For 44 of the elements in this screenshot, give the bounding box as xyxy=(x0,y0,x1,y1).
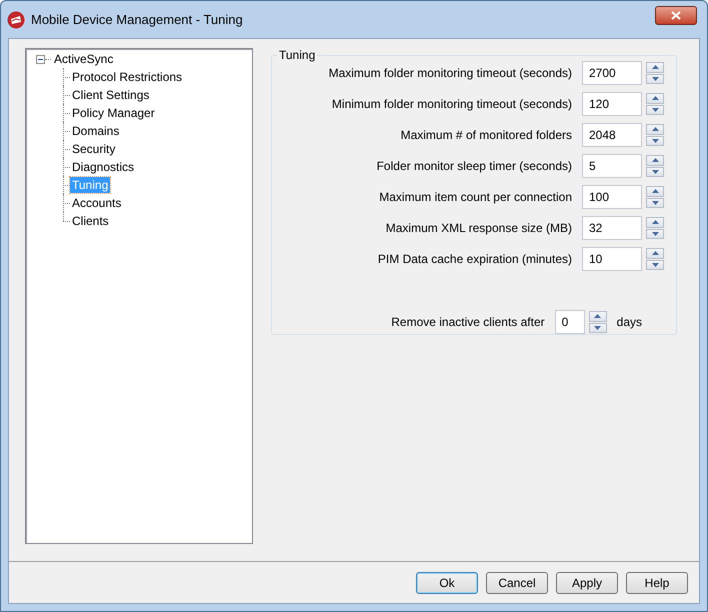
tree-item[interactable]: Diagnostics xyxy=(70,159,136,175)
number-field[interactable]: 0 xyxy=(554,310,585,334)
number-field[interactable]: 120 xyxy=(582,92,642,116)
spinner-arrows-icon[interactable] xyxy=(646,248,664,270)
app-logo-icon xyxy=(7,10,25,28)
setting-label: Minimum folder monitoring timeout (seconds) xyxy=(332,96,572,113)
spinner-arrows-icon[interactable] xyxy=(588,311,607,333)
number-field[interactable]: 32 xyxy=(582,216,642,240)
spinner-arrows-icon[interactable] xyxy=(646,124,664,146)
setting-label: Maximum XML response size (MB) xyxy=(386,220,572,237)
tree-item[interactable]: Policy Manager xyxy=(70,105,157,121)
tree-item[interactable]: Accounts xyxy=(70,195,124,211)
dialog-button[interactable]: Ok xyxy=(416,572,478,594)
tree-item[interactable]: Protocol Restrictions xyxy=(70,69,184,85)
close-button[interactable] xyxy=(655,6,697,25)
spinner-arrows-icon[interactable] xyxy=(646,155,664,177)
number-field[interactable]: 100 xyxy=(582,185,642,209)
spinner-arrows-icon[interactable] xyxy=(646,217,664,239)
number-field[interactable]: 2700 xyxy=(582,61,642,85)
dialog-button[interactable]: Cancel xyxy=(486,572,548,594)
dialog-button[interactable]: Help xyxy=(626,572,688,594)
setting-label: Maximum item count per connection xyxy=(379,189,572,206)
tree-item[interactable]: Client Settings xyxy=(70,87,152,103)
unit-label: days xyxy=(616,314,642,331)
window-title: Mobile Device Management - Tuning xyxy=(31,10,244,29)
number-field[interactable]: 5 xyxy=(582,154,642,178)
tree-item[interactable]: Security xyxy=(70,141,118,157)
tree-item[interactable]: Domains xyxy=(70,123,122,139)
close-icon xyxy=(671,11,681,20)
group-title: Tuning xyxy=(277,48,318,62)
number-field[interactable]: 2048 xyxy=(582,123,642,147)
setting-label: Folder monitor sleep timer (seconds) xyxy=(376,158,572,175)
setting-label: Maximum folder monitoring timeout (seconds) xyxy=(328,65,572,82)
tree-item[interactable]: Clients xyxy=(70,213,111,229)
spinner-arrows-icon[interactable] xyxy=(646,93,664,115)
dialog-button[interactable]: Apply xyxy=(556,572,618,594)
setting-label: PIM Data cache expiration (minutes) xyxy=(378,251,572,268)
setting-label: Remove inactive clients after xyxy=(391,314,545,331)
spinner-arrows-icon[interactable] xyxy=(646,186,664,208)
setting-label: Maximum # of monitored folders xyxy=(400,127,572,144)
tree-item[interactable]: ActiveSync xyxy=(52,51,116,67)
number-field[interactable]: 10 xyxy=(582,247,642,271)
collapse-icon[interactable] xyxy=(36,54,45,64)
spinner-arrows-icon[interactable] xyxy=(646,62,664,84)
